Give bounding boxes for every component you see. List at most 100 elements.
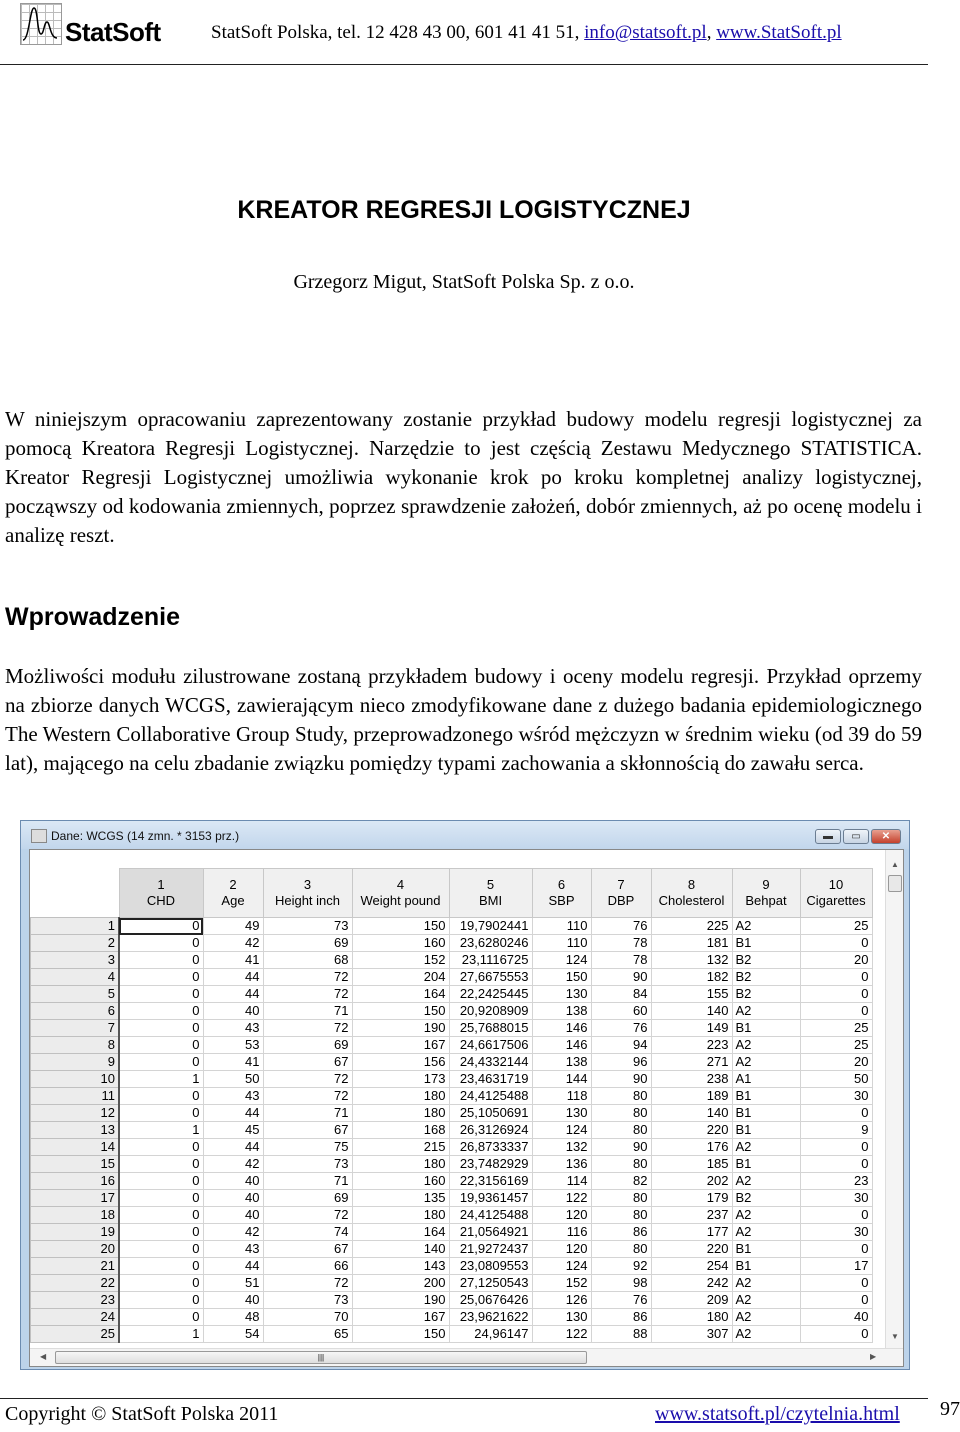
column-header[interactable]: 5 BMI [448,868,533,918]
table-cell[interactable]: 0 [799,934,873,952]
table-cell[interactable]: 164 [351,985,450,1003]
table-cell[interactable]: 65 [262,1325,353,1343]
table-cell[interactable]: 140 [650,1002,733,1020]
table-cell[interactable]: 22,2425445 [448,985,533,1003]
table-cell[interactable]: 122 [531,1325,592,1343]
table-cell[interactable]: 72 [262,968,353,986]
table-cell[interactable]: 25 [799,917,873,935]
table-cell[interactable]: 126 [531,1291,592,1309]
maximize-button[interactable]: ▭ [843,829,869,844]
table-cell[interactable]: 92 [590,1257,652,1275]
table-cell[interactable]: 0 [799,1291,873,1309]
table-cell[interactable]: 220 [650,1240,733,1258]
table-cell[interactable]: 181 [650,934,733,952]
table-cell[interactable]: 0 [118,1257,204,1275]
table-cell[interactable]: 40 [799,1308,873,1326]
table-cell[interactable]: 23,4631719 [448,1070,533,1088]
table-cell[interactable]: 0 [799,1104,873,1122]
table-cell[interactable]: 138 [531,1002,592,1020]
table-cell[interactable]: 42 [202,934,264,952]
table-cell[interactable]: 0 [118,1189,204,1207]
table-cell[interactable]: A1 [731,1070,801,1088]
table-cell[interactable]: 67 [262,1053,353,1071]
table-cell[interactable]: 72 [262,1019,353,1037]
table-cell[interactable]: 80 [590,1240,652,1258]
table-cell[interactable]: 19,7902441 [448,917,533,935]
table-cell[interactable]: 0 [799,985,873,1003]
table-cell[interactable]: 80 [590,1155,652,1173]
table-cell[interactable]: 69 [262,1189,353,1207]
table-cell[interactable]: 182 [650,968,733,986]
table-cell[interactable]: 41 [202,1053,264,1071]
table-cell[interactable]: 80 [590,1104,652,1122]
email-link[interactable]: info@statsoft.pl [584,22,707,43]
table-cell[interactable]: 120 [531,1206,592,1224]
table-cell[interactable]: 202 [650,1172,733,1190]
table-cell[interactable]: 116 [531,1223,592,1241]
table-cell[interactable]: 44 [202,968,264,986]
table-cell[interactable]: 24,4125488 [448,1087,533,1105]
table-cell[interactable]: B1 [731,1087,801,1105]
row-number[interactable]: 17 [30,1189,120,1207]
table-cell[interactable]: 23,7482929 [448,1155,533,1173]
table-cell[interactable]: 51 [202,1274,264,1292]
table-cell[interactable]: A2 [731,1172,801,1190]
table-cell[interactable]: 150 [351,1002,450,1020]
table-cell[interactable]: 80 [590,1189,652,1207]
table-cell[interactable]: 72 [262,1274,353,1292]
column-header[interactable]: 7 DBP [590,868,652,918]
table-cell[interactable]: 0 [799,968,873,986]
table-cell[interactable]: 144 [531,1070,592,1088]
table-cell[interactable]: 50 [202,1070,264,1088]
row-number[interactable]: 9 [30,1053,120,1071]
table-cell[interactable]: A2 [731,1223,801,1241]
table-cell[interactable]: 110 [531,917,592,935]
table-cell[interactable]: 25 [799,1019,873,1037]
table-cell[interactable]: 0 [799,1274,873,1292]
table-cell[interactable]: 0 [118,968,204,986]
table-cell[interactable]: 68 [262,951,353,969]
table-cell[interactable]: 44 [202,1138,264,1156]
table-cell[interactable]: 215 [351,1138,450,1156]
column-header[interactable]: 9 Behpat [731,868,801,918]
table-cell[interactable]: 24,4125488 [448,1206,533,1224]
row-number[interactable]: 19 [30,1223,120,1241]
row-number[interactable]: 5 [30,985,120,1003]
table-cell[interactable]: 69 [262,934,353,952]
table-cell[interactable]: 72 [262,1206,353,1224]
table-cell[interactable]: 0 [118,1206,204,1224]
table-cell[interactable]: 19,9361457 [448,1189,533,1207]
table-cell[interactable]: 49 [202,917,264,935]
table-cell[interactable]: 152 [351,951,450,969]
table-cell[interactable]: 0 [118,917,204,935]
table-cell[interactable]: 80 [590,1206,652,1224]
table-cell[interactable]: 42 [202,1155,264,1173]
table-cell[interactable]: 73 [262,1291,353,1309]
table-cell[interactable]: 54 [202,1325,264,1343]
table-cell[interactable]: 24,6617506 [448,1036,533,1054]
table-cell[interactable]: 0 [118,1002,204,1020]
table-cell[interactable]: 307 [650,1325,733,1343]
table-cell[interactable]: 1 [118,1070,204,1088]
table-cell[interactable]: 237 [650,1206,733,1224]
table-cell[interactable]: 180 [351,1155,450,1173]
table-cell[interactable]: 176 [650,1138,733,1156]
table-cell[interactable]: 150 [531,968,592,986]
website-link[interactable]: www.StatSoft.pl [716,22,841,43]
table-cell[interactable]: 21,9272437 [448,1240,533,1258]
table-cell[interactable]: 76 [590,1291,652,1309]
table-cell[interactable]: 150 [351,917,450,935]
table-cell[interactable]: 0 [799,1002,873,1020]
table-cell[interactable]: 152 [531,1274,592,1292]
row-number[interactable]: 11 [30,1087,120,1105]
table-cell[interactable]: 72 [262,985,353,1003]
table-cell[interactable]: 42 [202,1223,264,1241]
table-cell[interactable]: 0 [799,1240,873,1258]
table-cell[interactable]: 44 [202,985,264,1003]
table-cell[interactable]: B2 [731,951,801,969]
table-cell[interactable]: A2 [731,1291,801,1309]
table-cell[interactable]: 40 [202,1172,264,1190]
table-cell[interactable]: 40 [202,1002,264,1020]
table-cell[interactable]: 0 [118,1155,204,1173]
scroll-down-icon[interactable]: ▼ [891,1332,899,1341]
